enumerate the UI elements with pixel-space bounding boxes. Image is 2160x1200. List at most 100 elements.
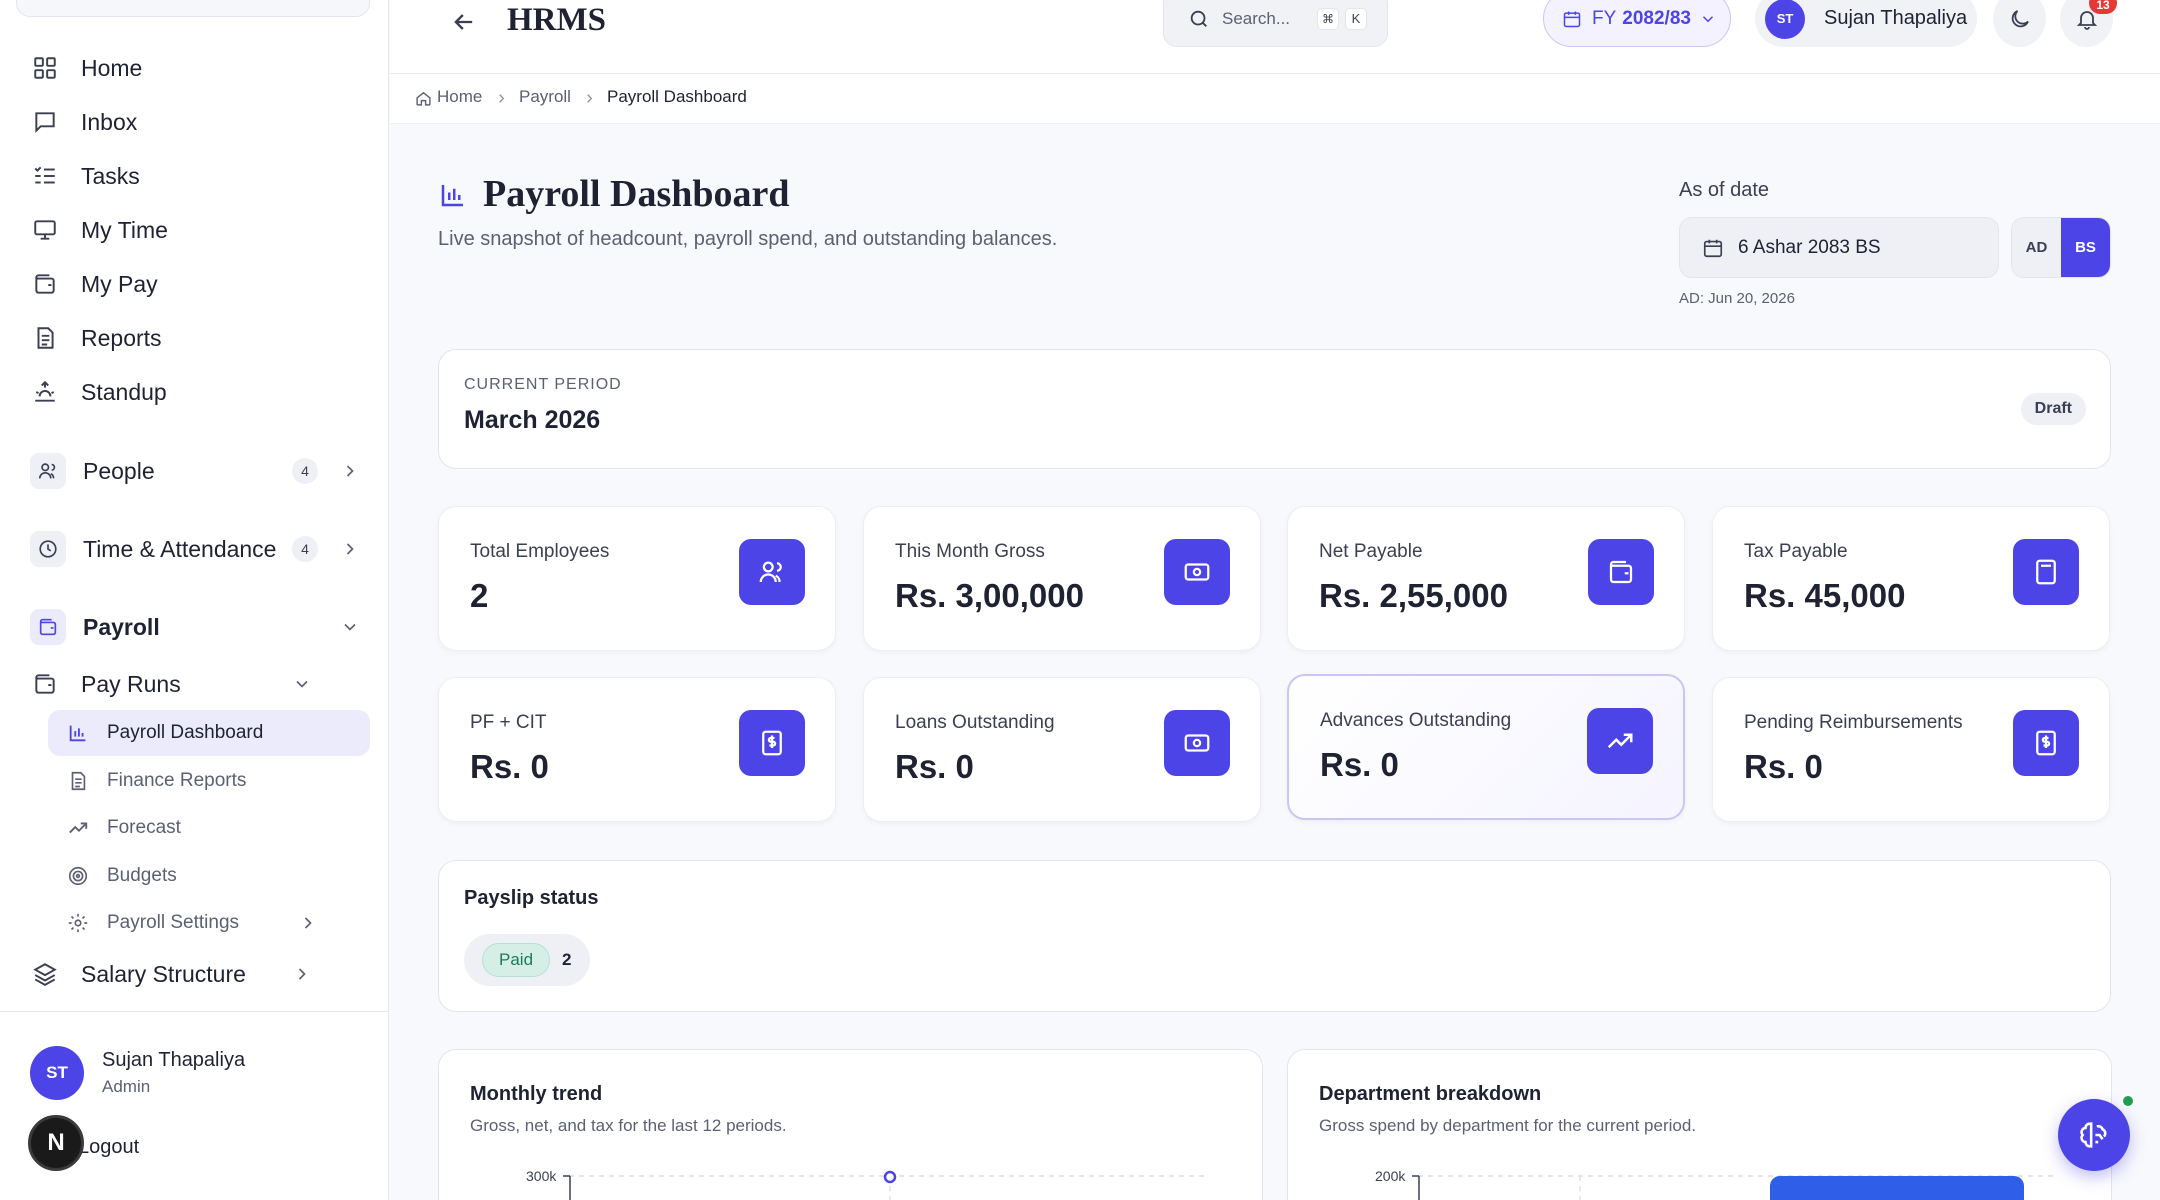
- payroll-label: Payroll: [83, 613, 160, 640]
- avatar: ST: [1765, 0, 1805, 39]
- sidebar-item-payroll-settings[interactable]: Payroll Settings: [48, 900, 370, 946]
- stat-value: Rs. 0: [1744, 748, 1823, 785]
- theme-toggle-button[interactable]: [1993, 0, 2046, 47]
- sidebar-item-budgets[interactable]: Budgets: [48, 853, 370, 899]
- top-bar: HRMS Search... ⌘ K FY 2082/83 ST Sujan T…: [390, 0, 2160, 74]
- wallet-icon: [1588, 539, 1654, 605]
- fiscal-year-value: 2082/83: [1622, 7, 1691, 29]
- shortcut-mod-key: ⌘: [1317, 7, 1339, 30]
- breadcrumb-payroll[interactable]: Payroll: [519, 87, 571, 107]
- gear-icon: [66, 911, 90, 935]
- nav-tasks[interactable]: Tasks: [30, 153, 140, 199]
- nav-inbox-label: Inbox: [81, 108, 138, 135]
- salary-structure-label: Salary Structure: [81, 960, 246, 987]
- nav-group-salary-structure[interactable]: Salary Structure: [30, 950, 312, 998]
- stat-card-pending-reimbursements[interactable]: Pending Reimbursements Rs. 0: [1712, 677, 2110, 822]
- fiscal-year-selector[interactable]: FY 2082/83: [1543, 0, 1731, 47]
- page-title: Payroll Dashboard: [483, 173, 790, 215]
- monthly-trend-plot: [563, 1170, 1209, 1200]
- nav-standup[interactable]: Standup: [30, 369, 167, 415]
- trending-up-icon: [1587, 708, 1653, 774]
- nav-home[interactable]: Home: [30, 45, 142, 91]
- page-subtitle: Live snapshot of headcount, payroll spen…: [438, 228, 1058, 250]
- stat-card-loans-outstanding[interactable]: Loans Outstanding Rs. 0: [863, 677, 1261, 822]
- nav-my-pay[interactable]: My Pay: [30, 261, 158, 307]
- stat-value: 2: [470, 577, 489, 614]
- stat-card-net-payable[interactable]: Net Payable Rs. 2,55,000: [1287, 506, 1685, 651]
- monthly-trend-card: Monthly trend Gross, net, and tax for th…: [438, 1049, 1263, 1200]
- finance-reports-label: Finance Reports: [107, 770, 247, 791]
- user-menu[interactable]: ST Sujan Thapaliya: [1755, 0, 1977, 47]
- chevron-right-icon: [582, 91, 597, 106]
- forecast-label: Forecast: [107, 817, 181, 838]
- stat-card-tax-payable[interactable]: Tax Payable Rs. 45,000: [1712, 506, 2110, 651]
- toggle-ad-button[interactable]: AD: [2012, 218, 2061, 277]
- monitor-icon: [30, 215, 60, 245]
- document-icon: [66, 769, 90, 793]
- chevron-right-icon: [292, 964, 312, 984]
- chevron-right-icon: [340, 461, 360, 481]
- pay-runs-label: Pay Runs: [81, 670, 181, 697]
- chevron-right-icon: [494, 91, 509, 106]
- ad-equivalent-date: AD: Jun 20, 2026: [1679, 290, 1795, 307]
- payroll-dashboard-label: Payroll Dashboard: [107, 722, 264, 743]
- data-point: [883, 1170, 897, 1184]
- assistant-fab[interactable]: [2058, 1099, 2130, 1171]
- header-user-name: Sujan Thapaliya: [1824, 7, 1968, 29]
- stat-label: Loans Outstanding: [895, 712, 1055, 733]
- chevron-right-icon: [298, 913, 318, 933]
- logout-link[interactable]: Logout: [78, 1136, 139, 1159]
- chevron-down-icon: [340, 617, 360, 637]
- nav-my-time[interactable]: My Time: [30, 207, 168, 253]
- stat-card-advances-outstanding[interactable]: Advances Outstanding Rs. 0: [1287, 674, 1685, 820]
- stat-value: Rs. 0: [470, 748, 549, 785]
- grid-icon: [30, 53, 60, 83]
- avatar[interactable]: ST: [30, 1046, 84, 1100]
- calendar-toggle: AD BS: [2011, 217, 2111, 278]
- shortcut-key: K: [1345, 7, 1367, 30]
- breadcrumb-home[interactable]: Home: [437, 87, 482, 107]
- people-label: People: [83, 457, 155, 484]
- payroll-settings-label: Payroll Settings: [107, 912, 240, 933]
- sidebar-item-forecast[interactable]: Forecast: [48, 805, 370, 851]
- nav-reports-label: Reports: [81, 324, 162, 351]
- paid-count: 2: [562, 950, 572, 969]
- nav-inbox[interactable]: Inbox: [30, 99, 137, 145]
- sidebar-item-payroll-dashboard[interactable]: Payroll Dashboard: [48, 710, 370, 756]
- time-attendance-count-badge: 4: [292, 536, 318, 562]
- current-period-value: March 2026: [464, 406, 601, 434]
- nav-tasks-label: Tasks: [81, 162, 140, 189]
- stat-card-this-month-gross[interactable]: This Month Gross Rs. 3,00,000: [863, 506, 1261, 651]
- as-of-date-input[interactable]: 6 Ashar 2083 BS: [1679, 217, 1999, 278]
- toggle-bs-button[interactable]: BS: [2061, 218, 2110, 277]
- paid-status-badge: Paid: [482, 943, 551, 977]
- receipt-icon: [2013, 710, 2079, 776]
- cash-icon: [1164, 710, 1230, 776]
- search-box[interactable]: Search... ⌘ K: [1163, 0, 1388, 47]
- stat-value: Rs. 0: [895, 748, 974, 785]
- nav-reports[interactable]: Reports: [30, 315, 162, 361]
- nav-group-time-attendance[interactable]: Time & Attendance 4: [30, 525, 360, 573]
- people-icon: [30, 453, 66, 489]
- sidebar-item-finance-reports[interactable]: Finance Reports: [48, 758, 370, 804]
- wallet-icon: [30, 669, 60, 699]
- dev-tools-badge[interactable]: N: [28, 1115, 84, 1171]
- calculator-icon: [2013, 539, 2079, 605]
- wallet-icon: [30, 609, 66, 645]
- stat-card-total-employees[interactable]: Total Employees 2: [438, 506, 836, 651]
- workspace-switcher[interactable]: [16, 0, 370, 17]
- nav-group-pay-runs[interactable]: Pay Runs: [30, 660, 312, 708]
- home-icon: [415, 90, 432, 107]
- nav-group-people[interactable]: People 4: [30, 447, 360, 495]
- breadcrumb-current: Payroll Dashboard: [607, 87, 747, 106]
- back-arrow-icon[interactable]: [450, 8, 478, 36]
- breadcrumb: Home Payroll Payroll Dashboard: [390, 74, 2160, 124]
- stat-label: Total Employees: [470, 541, 610, 562]
- sidebar: Home Inbox Tasks My Time My Pay Reports: [0, 0, 389, 1200]
- stat-card-pf-cit[interactable]: PF + CIT Rs. 0: [438, 677, 836, 822]
- calendar-icon: [1562, 9, 1582, 29]
- payslip-status-chip[interactable]: Paid 2: [464, 934, 590, 986]
- nav-group-payroll[interactable]: Payroll: [30, 603, 360, 651]
- as-of-date-value: 6 Ashar 2083 BS: [1738, 236, 1881, 258]
- sidebar-user-role: Admin: [102, 1077, 151, 1096]
